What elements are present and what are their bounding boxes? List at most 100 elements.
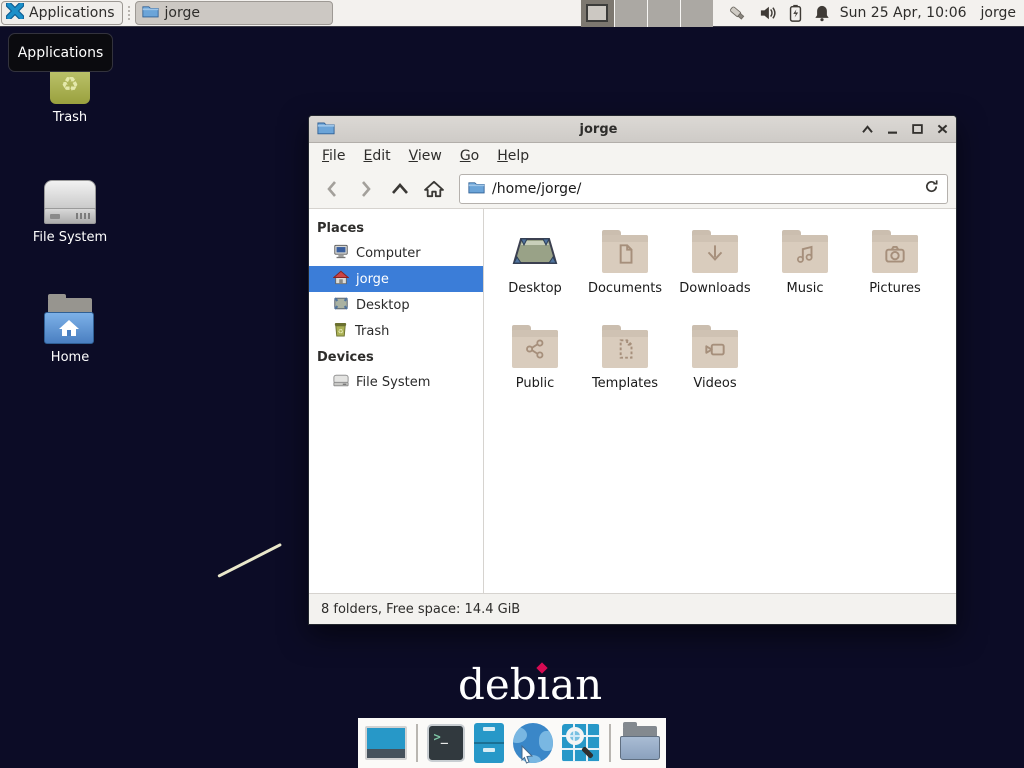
location-path[interactable]: /home/jorge/ [492,181,917,197]
folder-view[interactable]: Desktop Documents Downloads Music Pictures Pu… [484,209,956,593]
sidebar-item-label: File System [356,375,430,390]
desktop-special-icon [509,221,561,273]
folder-item-label: Music [787,281,824,296]
back-button[interactable] [317,174,347,204]
folder-item-desktop[interactable]: Desktop [490,221,580,316]
desktop-icon-label: Trash [15,110,125,125]
panel-clock[interactable]: Sun 25 Apr, 10:06 [840,5,967,21]
sidebar-item-file-system[interactable]: File System [309,369,483,395]
desktop-icon-home[interactable]: Home [15,288,125,365]
folder-item-label: Desktop [508,281,562,296]
cursor-arrow-icon [519,745,535,765]
toolbar: /home/jorge/ [309,169,956,209]
folder-item-public[interactable]: Public [490,316,580,411]
workspace-2[interactable] [614,0,647,27]
folder-arrow-down-icon [692,221,738,273]
statusbar-text: 8 folders, Free space: 14.4 GiB [321,602,520,617]
web-browser-icon[interactable] [513,723,553,763]
workspace-4[interactable] [680,0,713,27]
desktop-icon-file-system[interactable]: File System [15,168,125,245]
workspace-pager[interactable] [581,0,713,27]
sidebar-item-label: jorge [356,272,389,287]
folder-video-icon [692,316,738,368]
applications-tooltip: Applications [8,33,113,72]
sidebar-item-trash[interactable]: ♻ Trash [309,318,483,344]
folder-item-label: Downloads [679,281,750,296]
computer-icon [333,244,349,263]
folder-music-icon [782,221,828,273]
menu-edit[interactable]: Edit [354,144,399,168]
svg-text:♻: ♻ [338,327,344,335]
tasklist-grip[interactable] [125,3,133,23]
application-finder-icon[interactable] [562,724,600,762]
drive-icon [333,374,349,391]
volume-icon[interactable] [759,5,777,21]
menu-go[interactable]: Go [451,144,488,168]
tooltip-text: Applications [18,45,104,61]
menubar: FileEditViewGoHelp [309,143,956,169]
folder-item-pictures[interactable]: Pictures [850,221,940,316]
folder-document-icon [602,221,648,273]
sidebar-item-label: Trash [355,324,389,339]
folder-item-documents[interactable]: Documents [580,221,670,316]
minimize-button[interactable] [887,125,898,134]
bottom-dock: >_ [358,718,666,768]
workspace-1[interactable] [581,0,614,27]
reload-icon[interactable] [924,179,939,198]
window-title: jorge [335,122,862,137]
sidebar-devices-header: Devices [309,344,483,369]
taskbar-window-button[interactable]: jorge [135,1,333,25]
folder-item-downloads[interactable]: Downloads [670,221,760,316]
top-panel: Applications jorge [0,0,1024,27]
sidebar-item-desktop[interactable]: Desktop [309,292,483,318]
sidebar: PlacesComputer jorge Desktop ♻ Trash Devices F… [309,209,484,593]
sidebar-item-computer[interactable]: Computer [309,240,483,266]
applications-menu-label: Applications [29,5,115,21]
location-bar[interactable]: /home/jorge/ [459,174,948,204]
folder-item-label: Public [516,376,554,391]
file-cabinet-icon[interactable] [474,723,504,763]
folder-camera-icon [872,221,918,273]
workspace-3[interactable] [647,0,680,27]
window-folder-icon [317,120,335,139]
window-titlebar[interactable]: jorge [309,116,956,143]
sidebar-item-label: Desktop [356,298,410,313]
show-desktop-icon[interactable] [365,726,407,760]
terminal-icon[interactable]: >_ [427,724,465,762]
panel-username[interactable]: jorge [981,5,1016,21]
file-manager-window: jorge FileEditViewGoHelp [308,115,957,625]
removable-device-icon[interactable] [727,4,747,22]
location-folder-icon [468,180,485,198]
hard-drive-icon [15,168,125,224]
up-button[interactable] [385,174,415,204]
home-folder-icon [15,288,125,344]
battery-icon[interactable] [789,4,802,22]
workspace-window-preview [586,4,608,22]
forward-button[interactable] [351,174,381,204]
folder-item-label: Pictures [869,281,920,296]
shade-button[interactable] [862,125,873,134]
folder-item-videos[interactable]: Videos [670,316,760,411]
menu-file[interactable]: File [313,144,354,168]
sidebar-item-jorge[interactable]: jorge [309,266,483,292]
debian-wallpaper-logo: debıan [458,660,602,709]
home-button[interactable] [419,174,449,204]
directory-menu-icon[interactable] [620,726,660,760]
folder-item-templates[interactable]: Templates [580,316,670,411]
desktop: Applications jorge [0,0,1024,768]
folder-item-label: Videos [693,376,736,391]
applications-menu-button[interactable]: Applications [1,1,123,25]
folder-item-music[interactable]: Music [760,221,850,316]
notifications-bell-icon[interactable] [814,4,830,22]
task-window-title: jorge [165,5,200,21]
close-button[interactable] [937,124,948,134]
menu-view[interactable]: View [400,144,451,168]
folder-share-icon [512,316,558,368]
folder-item-label: Documents [588,281,662,296]
menu-help[interactable]: Help [488,144,538,168]
system-tray [727,4,830,22]
sidebar-places-header: Places [309,215,483,240]
maximize-button[interactable] [912,124,923,134]
xfce-logo-icon [6,3,24,23]
dock-separator [416,724,418,762]
